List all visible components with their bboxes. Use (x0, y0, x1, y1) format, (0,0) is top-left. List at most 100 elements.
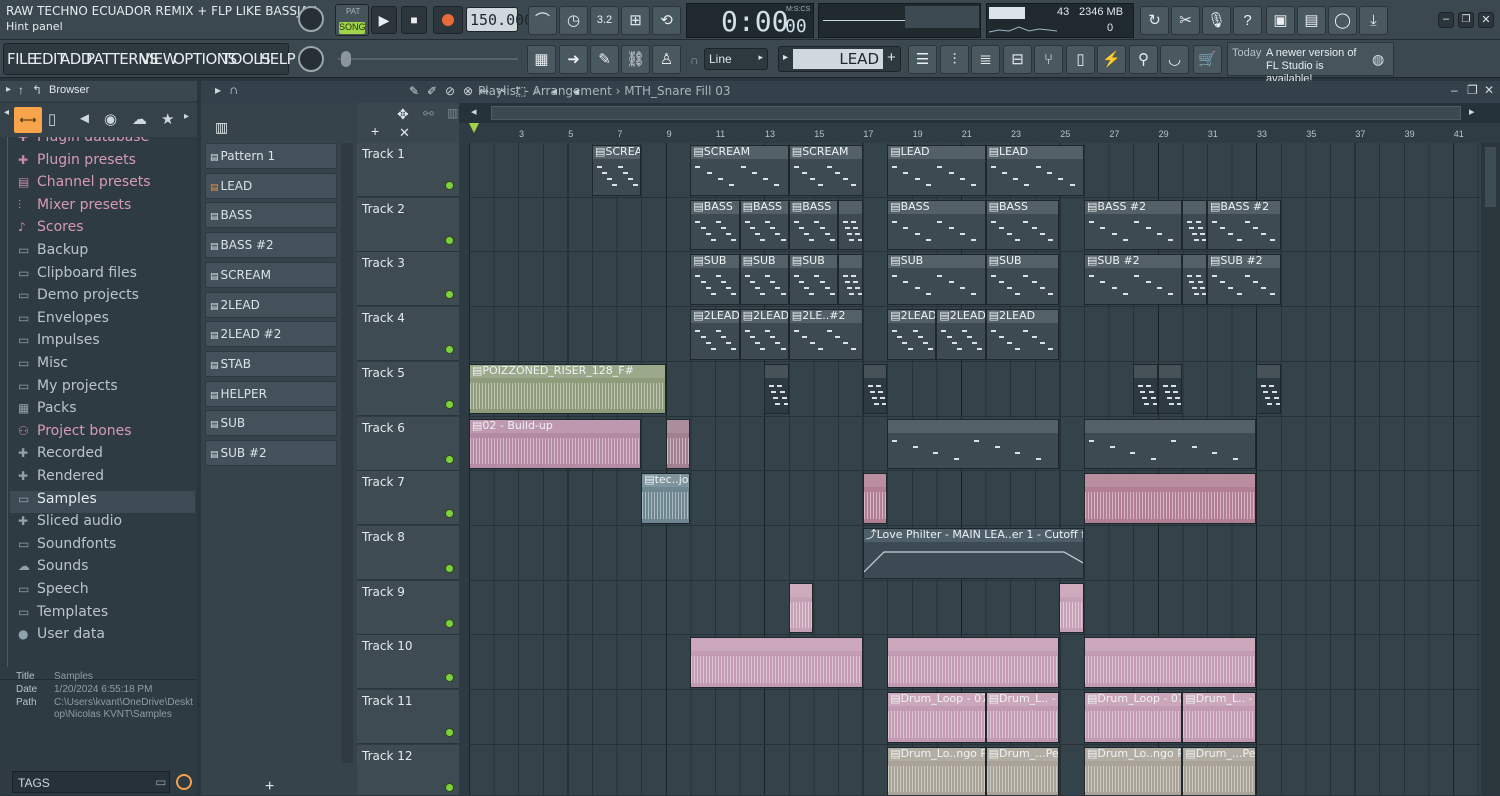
playlist-scrollbar-h[interactable]: ◂ ▸ (459, 103, 1500, 123)
pattern-item[interactable]: ▤ STAB (205, 350, 337, 377)
add-icon[interactable]: + (371, 123, 379, 139)
track-mute-led[interactable] (445, 509, 454, 519)
playlist-clip[interactable] (665, 418, 691, 470)
brush-icon[interactable]: ✐ (427, 84, 437, 98)
bowl-icon[interactable]: ◡ (1160, 45, 1189, 74)
browser-item[interactable]: ✚ Plugin database (18, 137, 149, 151)
plugin-icon[interactable]: ⚡ (1097, 45, 1126, 74)
close-x-icon[interactable]: ✕ (399, 125, 410, 141)
pattern-item[interactable]: ▤ SUB (205, 410, 337, 437)
playlist-clip[interactable]: ▤Drum_L.. - 07 (1182, 692, 1257, 743)
browser-item[interactable]: ▭ Samples (10, 490, 195, 513)
browser-item[interactable]: ● User data (18, 626, 105, 648)
track-header[interactable]: Track 6 (357, 416, 459, 471)
snap-selector[interactable]: Line ▸ (704, 48, 768, 70)
playlist-clip[interactable]: ▤Drum_Loop - 07 (1084, 692, 1183, 743)
playlist-clip[interactable]: ▤Drum_L.. - 07 (985, 692, 1060, 743)
browser-item[interactable]: ▭ Backup (18, 242, 88, 264)
playlist-clip[interactable] (1182, 254, 1207, 306)
track-header[interactable]: Track 7 (357, 471, 459, 526)
browser-item[interactable]: ▤ Channel presets (18, 174, 151, 196)
countdown-icon[interactable]: 3.2 (590, 6, 619, 35)
channel-rack-icon[interactable]: ⫶ (940, 45, 969, 74)
track-header[interactable]: Track 4 (357, 307, 459, 362)
playlist-clip[interactable] (887, 418, 1060, 470)
current-project-icon[interactable]: ▯ (48, 110, 56, 128)
help-icon[interactable]: ? (1233, 6, 1262, 35)
mic-icon[interactable]: 🎙 (1202, 6, 1231, 35)
menu-file[interactable]: FILE (7, 50, 36, 68)
playlist-clip[interactable]: ▤BASS (985, 199, 1060, 251)
browser-item[interactable]: ▭ Clipboard files (18, 265, 137, 287)
playlist-clip[interactable]: ▤BASS #2 (1084, 199, 1183, 251)
wait-input-icon[interactable]: ◷ (559, 6, 588, 35)
mute-icon[interactable]: ⊗ (463, 84, 473, 98)
browser-item[interactable]: ✚ Recorded (18, 445, 103, 467)
time-display[interactable]: 0:00 00 M:S:CS (686, 3, 814, 38)
playlist-icon[interactable]: ☰ (908, 45, 937, 74)
undo-icon[interactable]: ↻ (1140, 6, 1169, 35)
track-header[interactable]: Track 11 (357, 690, 459, 744)
track-header[interactable]: Track 10 (357, 635, 459, 690)
playlist-clip[interactable] (1059, 582, 1084, 634)
playlist-clip[interactable]: ▤BASS (887, 199, 986, 251)
playlist-clip[interactable]: ▤2LEAD (690, 309, 740, 360)
playlist-clip[interactable] (788, 582, 814, 634)
master-pitch-knob[interactable] (298, 46, 324, 72)
playlist-clip[interactable]: ▤Drum_Loop - 07 (887, 692, 986, 743)
playlist-clip[interactable]: ▤SUB #2 (1084, 254, 1183, 306)
metronome-icon[interactable]: ⌒ (528, 6, 557, 35)
track-mute-led[interactable] (445, 454, 454, 464)
add-track-icon[interactable]: + (265, 778, 274, 796)
playlist-clip[interactable]: ▤02 - Build-up (469, 418, 642, 470)
pat-song-toggle[interactable]: PAT SONG (335, 4, 369, 36)
minimize-button[interactable]: – (1438, 12, 1454, 28)
browser-item[interactable]: ▭ Demo projects (18, 287, 139, 309)
pattern-item[interactable]: ▤ Pattern 1 (205, 143, 337, 169)
browser-item[interactable]: ♪ Scores (18, 219, 84, 241)
track-mute-led[interactable] (445, 345, 454, 355)
save-new-version-icon[interactable]: ▤ (1297, 6, 1326, 35)
track-mute-led[interactable] (445, 782, 454, 792)
playlist-clip[interactable] (764, 363, 789, 415)
step-edit-icon[interactable]: ⊞ (621, 6, 650, 35)
automation-clip[interactable]: ⤴Love Philter - MAIN LEA..er 1 - Cutoff … (862, 527, 1084, 579)
draw-icon[interactable]: ✎ (590, 45, 619, 74)
browser-item[interactable]: ✚ Plugin presets (18, 152, 136, 174)
browser-item[interactable]: ⫶ Mixer presets (18, 197, 131, 219)
track-mute-led[interactable] (445, 290, 454, 300)
menu-view[interactable]: VIEW (140, 50, 178, 68)
playlist-clip[interactable] (838, 254, 863, 306)
tool-link-icon[interactable]: ⚯ (423, 106, 434, 122)
playlist-clip[interactable]: ▤SUB (788, 254, 838, 306)
tool-arrows-icon[interactable]: ✥ (397, 106, 409, 123)
playlist-clip[interactable]: ▤Drum_Lo..ngo Perc (887, 746, 986, 795)
pattern-item[interactable]: ▤ 2LEAD #2 (205, 321, 337, 348)
playlist-clip[interactable]: ▤POIZZONED_RISER_128_F# (469, 363, 666, 415)
track-mute-led[interactable] (445, 235, 454, 245)
tempo-display[interactable]: 150.000 (466, 7, 533, 32)
main-pitch-slider[interactable] (338, 51, 518, 67)
playlist-clip[interactable] (838, 199, 863, 251)
timeline-ruler[interactable]: 3 5 7 9 11 13 15 17 19 21 23 25 27 29 31 33 35 37 39 41 (459, 123, 1500, 143)
track-header[interactable]: Track 12 (357, 744, 459, 795)
piano-tab-icon[interactable]: ▥ (215, 119, 228, 136)
tags-folder-icon[interactable]: ▭ (155, 775, 166, 789)
link-icon[interactable]: ⛓ (621, 45, 650, 74)
playlist-clip[interactable]: ▤SUB (690, 254, 740, 306)
playlist-minimize-icon[interactable]: – (1451, 83, 1458, 97)
browser-item[interactable]: ▦ Packs (18, 400, 77, 422)
playlist-clip[interactable]: ▤SUB (739, 254, 789, 306)
playlist-clip[interactable]: ▤SCREAM (690, 145, 789, 196)
playhead-marker[interactable] (469, 123, 479, 133)
browser-item[interactable]: ⚇ Project bones (18, 423, 132, 445)
playlist-clip[interactable]: ▤SUB #2 (1207, 254, 1281, 306)
save-icon[interactable]: ▣ (1266, 6, 1295, 35)
cart-icon[interactable]: 🛒 (1193, 45, 1222, 74)
search-icon[interactable] (176, 774, 192, 790)
add-pattern-icon[interactable]: + (887, 49, 896, 66)
step-seq-icon[interactable]: ⊟ (1003, 45, 1032, 74)
browser-item[interactable]: ▭ Templates (18, 604, 108, 626)
track-mute-led[interactable] (445, 673, 454, 683)
playlist-clip[interactable]: ▤2LEAD (739, 309, 789, 360)
